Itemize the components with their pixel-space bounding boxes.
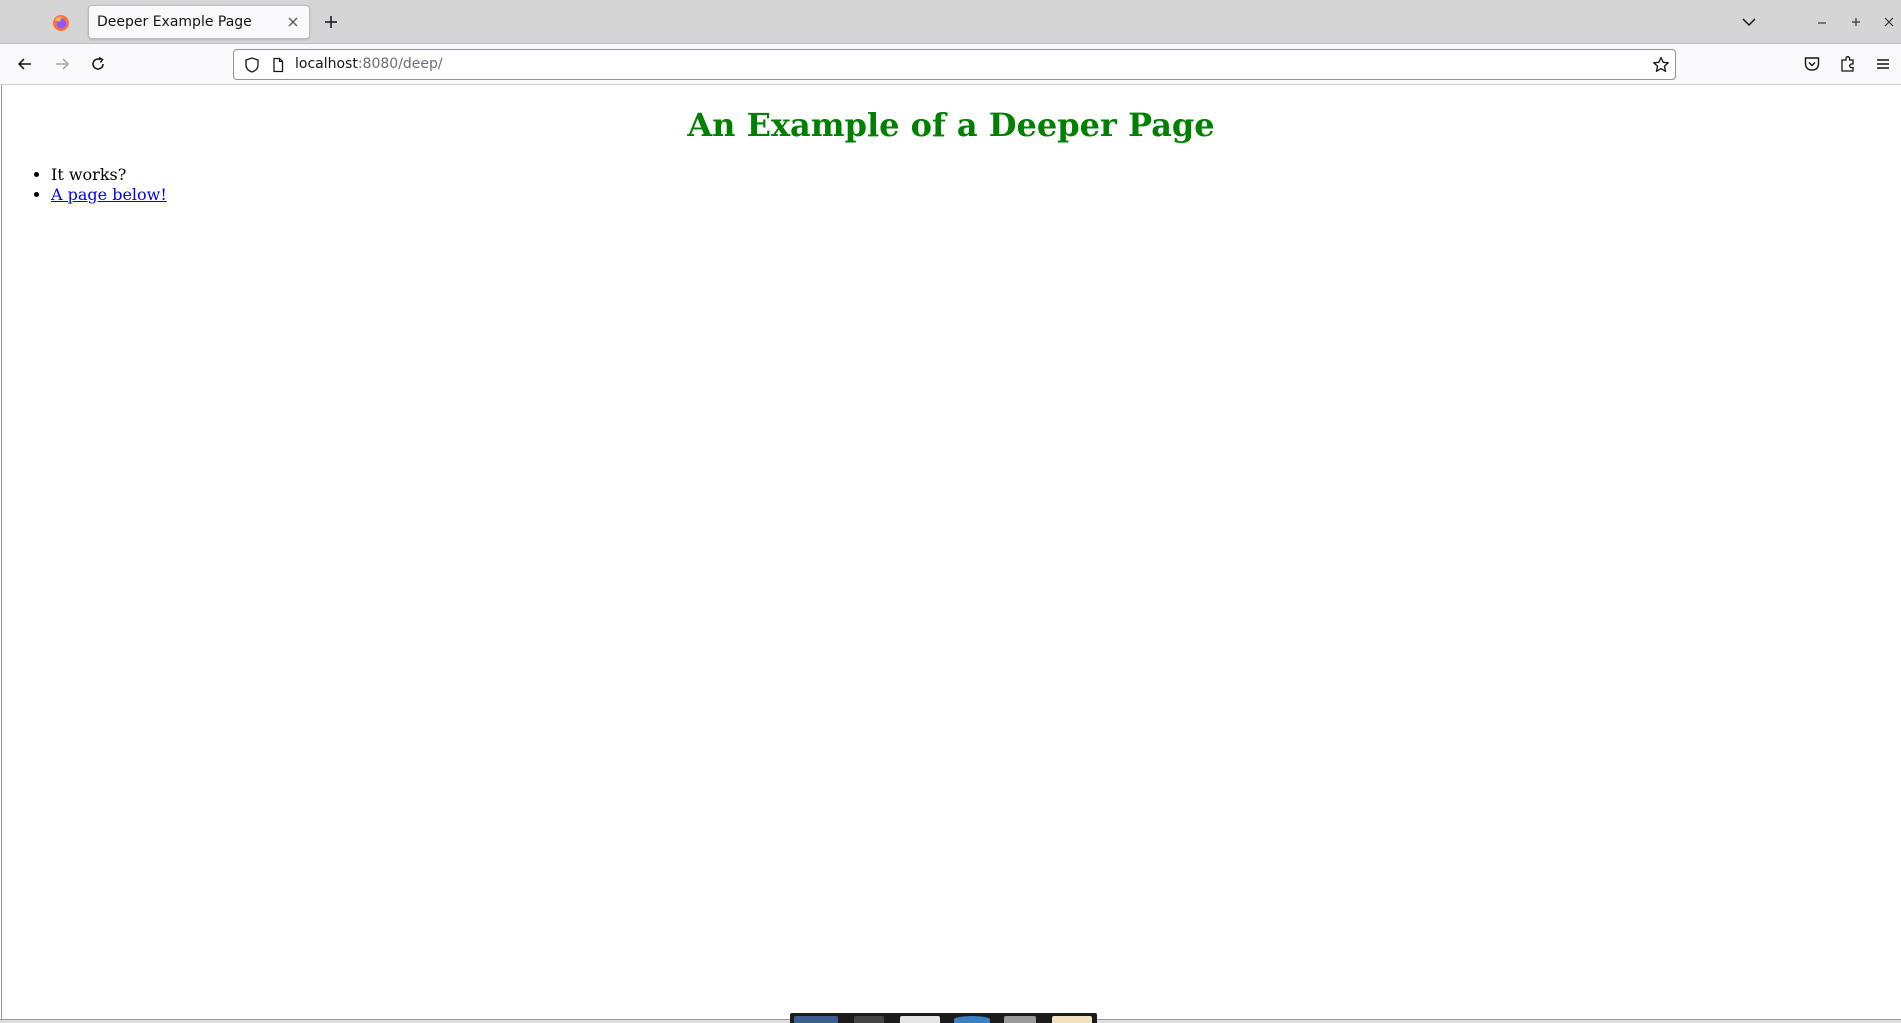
firefox-icon[interactable] (52, 14, 70, 32)
shield-icon[interactable] (243, 56, 261, 74)
dock-app-icon[interactable] (1004, 1016, 1036, 1023)
page-icon[interactable] (269, 56, 287, 74)
list-item: A page below! (51, 185, 167, 205)
list-item: It works? (51, 165, 167, 185)
dock-app-icon[interactable] (954, 1016, 990, 1023)
dock-app-icon[interactable] (900, 1016, 940, 1023)
page-title: An Example of a Deeper Page (687, 106, 1215, 144)
content-list: It works? A page below! (12, 165, 167, 205)
pocket-icon[interactable] (1802, 54, 1822, 74)
arrow-right-icon[interactable] (52, 54, 72, 74)
close-icon[interactable] (285, 14, 301, 30)
maximize-icon[interactable] (1846, 12, 1866, 32)
dock-app-icon[interactable] (1052, 1016, 1092, 1023)
plus-icon[interactable] (321, 12, 341, 32)
page-below-link[interactable]: A page below! (51, 185, 167, 204)
url-text[interactable]: localhost:8080/deep/ (295, 56, 443, 72)
puzzle-icon[interactable] (1838, 54, 1858, 74)
navigation-toolbar: localhost:8080/deep/ (0, 44, 1901, 85)
url-path: :8080/deep/ (357, 56, 443, 72)
address-bar[interactable]: localhost:8080/deep/ (233, 49, 1676, 80)
tab-title: Deeper Example Page (97, 14, 252, 30)
window-close-icon[interactable] (1879, 12, 1899, 32)
star-icon[interactable] (1651, 55, 1671, 75)
dock-app-icon[interactable] (854, 1016, 884, 1023)
url-host: localhost (295, 56, 358, 72)
page-content: An Example of a Deeper Page It works? A … (1, 85, 1900, 1019)
arrow-left-icon[interactable] (15, 54, 35, 74)
tab-deeper-example-page[interactable]: Deeper Example Page (88, 5, 310, 39)
taskbar-dock (790, 1013, 1097, 1023)
dock-app-icon[interactable] (794, 1016, 838, 1023)
list-item-text: It works? (51, 165, 127, 184)
reload-icon[interactable] (88, 54, 108, 74)
minimize-icon[interactable] (1812, 12, 1832, 32)
hamburger-menu-icon[interactable] (1873, 54, 1893, 74)
tab-strip: Deeper Example Page (0, 0, 1901, 44)
chevron-down-icon[interactable] (1739, 12, 1759, 32)
